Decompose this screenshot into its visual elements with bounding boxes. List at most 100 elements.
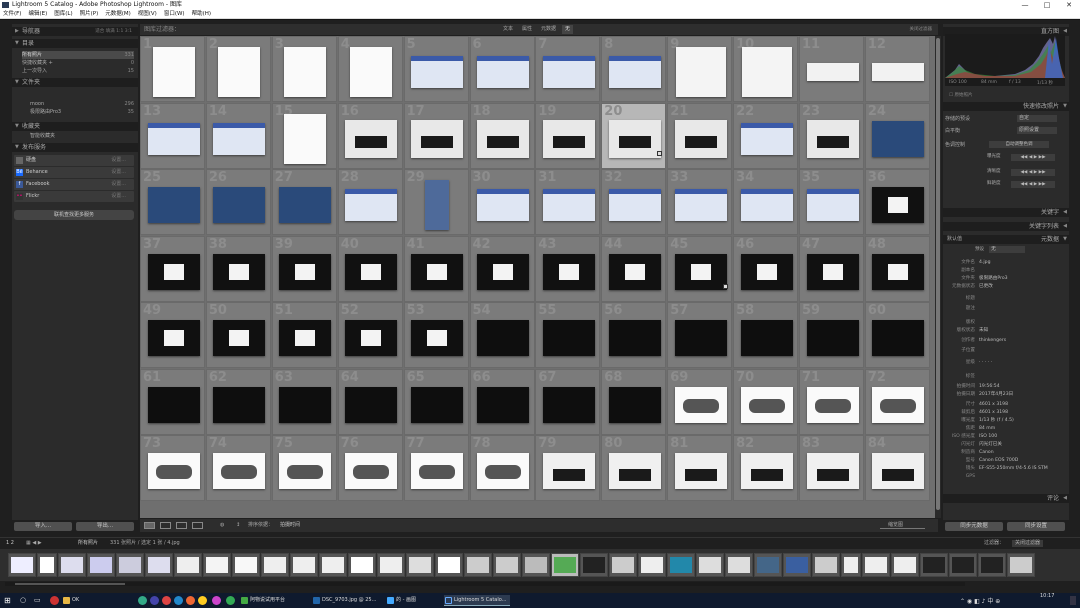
grid-cell[interactable]: 50: [205, 302, 271, 368]
filmstrip-thumbnail[interactable]: [891, 553, 919, 577]
grid-cell[interactable]: 81: [667, 435, 733, 501]
photo-thumbnail[interactable]: [477, 189, 529, 221]
grid-cell[interactable]: 12: [864, 36, 930, 102]
grid-cell[interactable]: 80: [601, 435, 667, 501]
metadata-header[interactable]: 默认值 元数据 ▼: [943, 235, 1069, 244]
photo-thumbnail[interactable]: [872, 187, 925, 223]
service-flickr[interactable]: •• Flickr 设置...: [14, 191, 134, 202]
metadata-row[interactable]: GPS: [943, 474, 1067, 480]
photo-thumbnail[interactable]: [542, 119, 595, 158]
filmstrip-thumbnail[interactable]: [580, 553, 608, 577]
grid-cell[interactable]: 77: [403, 435, 469, 501]
menu-view[interactable]: 视图(V): [138, 10, 157, 18]
grid-scrollbar-thumb[interactable]: [936, 38, 940, 510]
filter-preset-select[interactable]: 关闭过滤器: [910, 25, 933, 34]
sort-direction-icon[interactable]: ↕: [236, 522, 240, 529]
grid-cell[interactable]: 54: [469, 302, 535, 368]
service-harddrive[interactable]: 硬盘 设置...: [14, 155, 134, 166]
filmstrip-thumbnail[interactable]: [638, 553, 666, 577]
photo-thumbnail[interactable]: [608, 453, 661, 489]
filmstrip-thumbnail[interactable]: [87, 553, 115, 577]
folder-item-moon[interactable]: moon 296: [22, 100, 134, 108]
photo-thumbnail[interactable]: [345, 320, 398, 356]
grid-cell[interactable]: 66: [469, 368, 535, 435]
photo-thumbnail[interactable]: [147, 122, 200, 155]
photo-thumbnail[interactable]: [608, 320, 661, 356]
photo-thumbnail[interactable]: [279, 253, 332, 290]
photo-thumbnail[interactable]: [608, 386, 661, 423]
photo-thumbnail[interactable]: [741, 47, 792, 97]
photo-thumbnail[interactable]: [806, 63, 859, 81]
search-icon[interactable]: ○: [20, 596, 26, 605]
metadata-row[interactable]: 闪光灯 闪光灯已关: [943, 442, 1067, 448]
app-icon-blue[interactable]: [150, 596, 159, 605]
grid-cell[interactable]: 36: [864, 169, 930, 235]
photo-thumbnail[interactable]: [477, 453, 529, 489]
survey-view-icon[interactable]: [192, 522, 203, 529]
minimize-button[interactable]: —: [1014, 0, 1036, 10]
photo-thumbnail[interactable]: [345, 386, 398, 423]
publish-services-header[interactable]: ▼ 发布服务: [12, 143, 138, 152]
photo-thumbnail[interactable]: [740, 320, 793, 356]
photo-thumbnail[interactable]: [740, 253, 793, 290]
vibrance-stepper[interactable]: ◀◀ ◀ ▶ ▶▶: [1011, 181, 1055, 188]
photo-thumbnail[interactable]: [213, 320, 266, 356]
grid-cell[interactable]: 21: [667, 102, 733, 169]
photo-thumbnail[interactable]: [542, 189, 595, 221]
photo-thumbnail[interactable]: [477, 253, 529, 290]
grid-cell[interactable]: 17: [403, 102, 469, 169]
grid-cell[interactable]: 13: [140, 102, 205, 169]
menu-edit[interactable]: 编辑(E): [28, 10, 47, 18]
grid-cell[interactable]: 69: [667, 368, 733, 435]
show-original-checkbox[interactable]: ☐ 原始照片: [949, 92, 972, 98]
grid-cell[interactable]: 8: [601, 36, 667, 102]
filmstrip-thumbnail[interactable]: [978, 553, 1006, 577]
photo-thumbnail[interactable]: [279, 386, 332, 423]
menu-metadata[interactable]: 元数据(M): [105, 10, 131, 18]
export-button[interactable]: 导出...: [76, 522, 134, 531]
photo-thumbnail[interactable]: [147, 320, 200, 356]
photo-thumbnail[interactable]: [674, 320, 727, 356]
filmstrip-thumbnail[interactable]: [145, 553, 173, 577]
clock[interactable]: 10:17: [1040, 593, 1054, 600]
task-view-icon[interactable]: ▭: [34, 596, 41, 605]
metadata-row[interactable]: 创作者 thinkengers: [943, 338, 1067, 344]
menu-window[interactable]: 窗口(W): [164, 10, 185, 18]
photo-thumbnail[interactable]: [740, 122, 793, 155]
filmstrip-thumbnail[interactable]: [406, 553, 434, 577]
filmstrip-scrollbar-thumb[interactable]: [15, 583, 125, 585]
metadata-row[interactable]: ISO 感光度 ISO 100: [943, 434, 1067, 440]
grid-cell[interactable]: 16: [337, 102, 403, 169]
metadata-row[interactable]: 题注: [943, 306, 1067, 312]
grid-view-icon[interactable]: [144, 522, 155, 529]
grid-cell[interactable]: 26: [205, 169, 271, 235]
monitor-buttons[interactable]: 1 2: [6, 540, 14, 547]
grid-cell[interactable]: 84: [864, 435, 930, 501]
photo-thumbnail[interactable]: [411, 253, 464, 290]
grid-cell[interactable]: 61: [140, 368, 205, 435]
photo-thumbnail[interactable]: [608, 56, 661, 88]
grid-cell[interactable]: 59: [799, 302, 864, 368]
grid-cell[interactable]: 51: [271, 302, 337, 368]
metadata-preset-select[interactable]: 默认值: [947, 235, 962, 244]
catalog-item-quick-collection[interactable]: 快捷收藏夹 +0: [22, 59, 134, 67]
photo-thumbnail[interactable]: [806, 253, 859, 290]
taskbar-item-image-viewer[interactable]: DSC_9703.jpg @ 25...: [312, 595, 384, 606]
filmstrip-thumbnail[interactable]: [435, 553, 463, 577]
grid-cell[interactable]: 83: [799, 435, 864, 501]
grid-cell[interactable]: 37: [140, 235, 205, 302]
grid-cell[interactable]: 45: [667, 235, 733, 302]
filmstrip-thumbnail[interactable]: [609, 553, 637, 577]
filmstrip-thumbnail[interactable]: [783, 553, 811, 577]
photo-thumbnail[interactable]: [411, 453, 464, 489]
catalog-item-all-photos[interactable]: 所有照片 331: [22, 51, 134, 59]
grid-shortcut-icon[interactable]: ▦ ◀ ▶: [26, 540, 42, 547]
compare-view-icon[interactable]: [176, 522, 187, 529]
filmstrip-thumbnail[interactable]: [725, 553, 753, 577]
photo-thumbnail[interactable]: [411, 56, 464, 88]
photo-thumbnail[interactable]: [213, 453, 266, 489]
grid-cell[interactable]: 22: [733, 102, 799, 169]
photo-thumbnail[interactable]: [284, 47, 327, 97]
close-button[interactable]: ✕: [1058, 0, 1080, 10]
photo-thumbnail[interactable]: [806, 453, 859, 489]
